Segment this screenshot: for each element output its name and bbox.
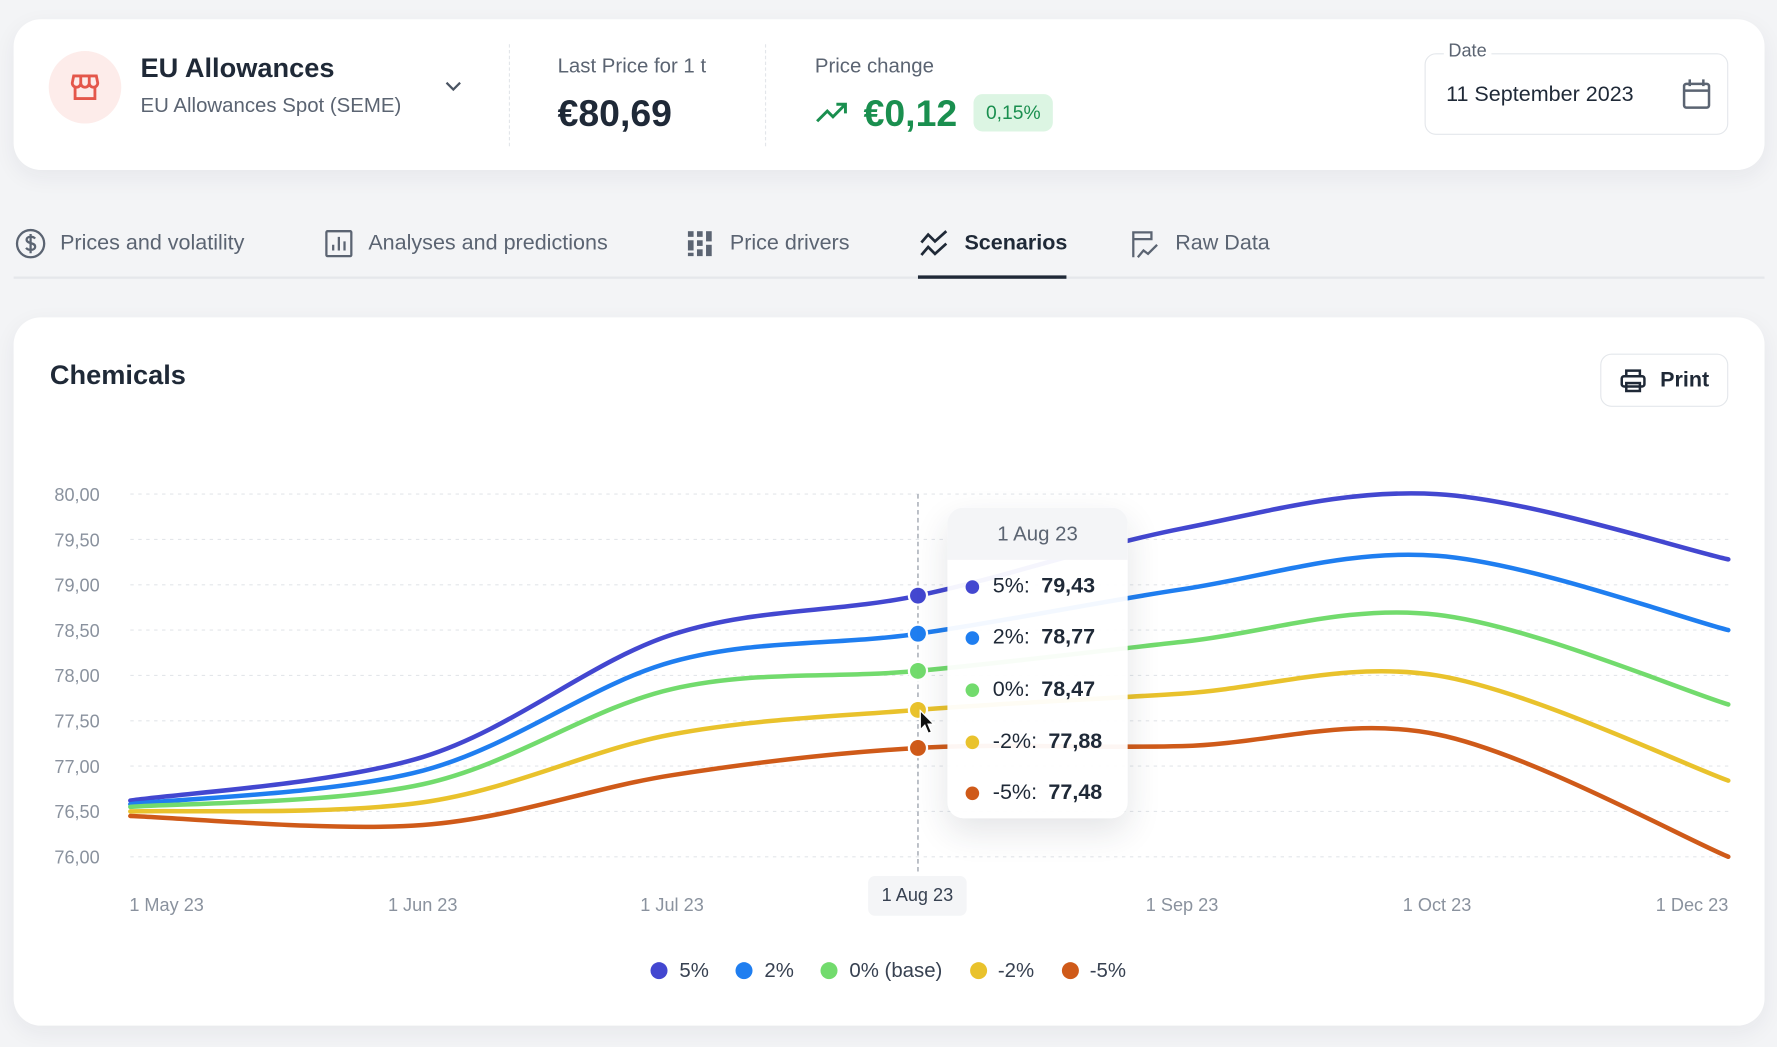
y-tick-label: 80,00 [54, 485, 99, 505]
x-tick-label: 1 Dec 23 [1656, 895, 1729, 915]
legend-color-dot [1061, 962, 1079, 980]
tooltip-series-value: 77,88 [1048, 729, 1103, 754]
y-tick-label: 76,50 [54, 802, 99, 822]
legend-label: 0% (base) [849, 958, 943, 982]
legend-label: -2% [997, 958, 1035, 982]
cursor-pointer-icon [919, 709, 935, 735]
series-color-dot [965, 735, 980, 749]
y-tick-label: 78,00 [54, 666, 99, 686]
y-tick-label: 78,50 [54, 621, 99, 641]
x-tick-label: 1 Jul 23 [640, 895, 703, 915]
series-color-dot [965, 580, 980, 594]
legend-color-dot [736, 962, 754, 980]
legend-item[interactable]: 0% (base) [821, 959, 942, 983]
tooltip-series-label: 0%: [992, 677, 1030, 702]
tooltip-series-value: 79,43 [1041, 574, 1096, 599]
hover-point [907, 737, 929, 759]
tooltip-title: 1 Aug 23 [947, 507, 1128, 560]
y-tick-label: 76,00 [54, 848, 99, 868]
x-tick-label: 1 May 23 [129, 895, 204, 915]
y-tick-label: 77,50 [54, 712, 99, 732]
tooltip-series-label: -2%: [992, 729, 1038, 754]
legend-item[interactable]: 2% [736, 959, 794, 983]
legend-label: 5% [679, 958, 709, 982]
y-tick-label: 77,00 [54, 757, 99, 777]
chart-tooltip: 1 Aug 23 5%: 79,43 2%: 78,77 0%: 78,47 -2%: 77,… [947, 507, 1128, 819]
series-color-dot [965, 683, 980, 697]
hover-point [907, 660, 929, 682]
chart-legend: 5% 2% 0% (base) -2% -5% [0, 959, 1777, 983]
tooltip-series-value: 77,48 [1048, 781, 1103, 805]
y-tick-label: 79,00 [54, 576, 99, 596]
tooltip-series-label: -5%: [992, 781, 1038, 805]
crosshair-x-label: 1 Aug 23 [868, 876, 967, 916]
legend-color-dot [969, 962, 987, 980]
legend-item[interactable]: -5% [1061, 959, 1126, 983]
legend-label: 2% [764, 958, 794, 982]
series-color-dot [965, 786, 980, 801]
hover-point [907, 623, 929, 644]
legend-item[interactable]: -2% [969, 958, 1035, 983]
legend-item[interactable]: 5% [651, 959, 709, 983]
tooltip-series-label: 2%: [992, 626, 1030, 650]
y-tick-label: 79,50 [54, 530, 99, 550]
tooltip-series-value: 78,77 [1041, 626, 1096, 650]
x-tick-label: 1 Jun 23 [388, 895, 458, 915]
tooltip-row: 5%: 79,43 [947, 561, 1127, 613]
x-tick-label: 1 Oct 23 [1403, 895, 1472, 915]
tooltip-row: -5%: 77,48 [947, 768, 1127, 819]
tooltip-row: -2%: 77,88 [947, 716, 1127, 768]
series-color-dot [965, 631, 980, 646]
series-line [128, 669, 1731, 814]
tooltip-series-value: 78,47 [1041, 677, 1096, 702]
legend-color-dot [651, 962, 669, 980]
x-tick-label: 1 Sep 23 [1146, 895, 1219, 915]
legend-color-dot [821, 962, 839, 980]
tooltip-row: 2%: 78,77 [947, 613, 1127, 665]
tooltip-series-label: 5%: [992, 574, 1030, 599]
hover-point [907, 585, 929, 606]
tooltip-row: 0%: 78,47 [947, 664, 1127, 716]
legend-label: -5% [1089, 958, 1126, 982]
